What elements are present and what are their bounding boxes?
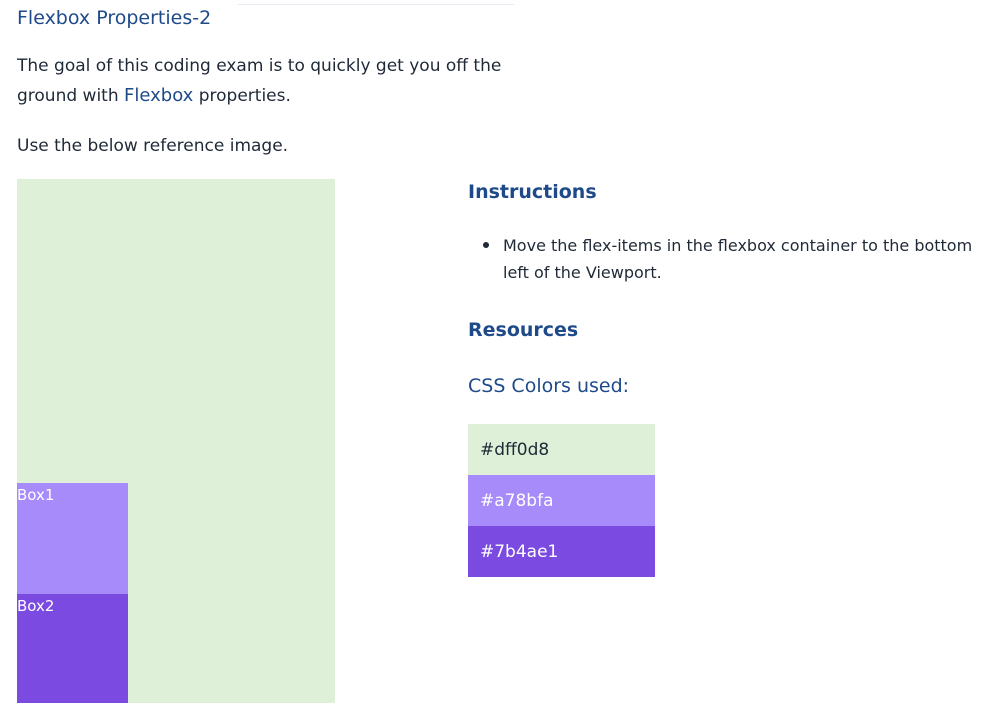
color-swatch-light-purple: #a78bfa — [468, 475, 655, 526]
box1: Box1 — [17, 483, 128, 594]
page-title: Flexbox Properties-2 — [17, 7, 212, 29]
color-swatches: #dff0d8 #a78bfa #7b4ae1 — [468, 424, 655, 577]
intro-line-1: The goal of this coding exam is to quick… — [17, 56, 502, 76]
reference-image-text: Use the below reference image. — [17, 136, 289, 156]
bullet-icon — [483, 242, 489, 248]
intro-paragraph: The goal of this coding exam is to quick… — [17, 51, 537, 111]
instruction-line-2: left of the Viewport. — [503, 263, 662, 282]
flexbox-highlight: Flexbox — [124, 85, 194, 106]
reference-image-viewport: Box1 Box2 — [17, 179, 335, 703]
css-colors-heading: CSS Colors used: — [468, 375, 630, 397]
instruction-line-1: Move the flex-items in the flexbox conta… — [503, 236, 973, 255]
resources-heading: Resources — [468, 319, 579, 341]
instructions-heading: Instructions — [468, 181, 597, 203]
color-swatch-green: #dff0d8 — [468, 424, 655, 475]
instruction-item: Move the flex-items in the flexbox conta… — [468, 232, 993, 286]
intro-line-2-suffix: properties. — [193, 86, 291, 106]
top-divider — [238, 4, 514, 5]
color-swatch-dark-purple: #7b4ae1 — [468, 526, 655, 577]
intro-line-2: ground with Flexbox properties. — [17, 81, 537, 111]
box2: Box2 — [17, 594, 128, 703]
intro-line-2-prefix: ground with — [17, 86, 125, 106]
instructions-list: Move the flex-items in the flexbox conta… — [468, 232, 993, 286]
